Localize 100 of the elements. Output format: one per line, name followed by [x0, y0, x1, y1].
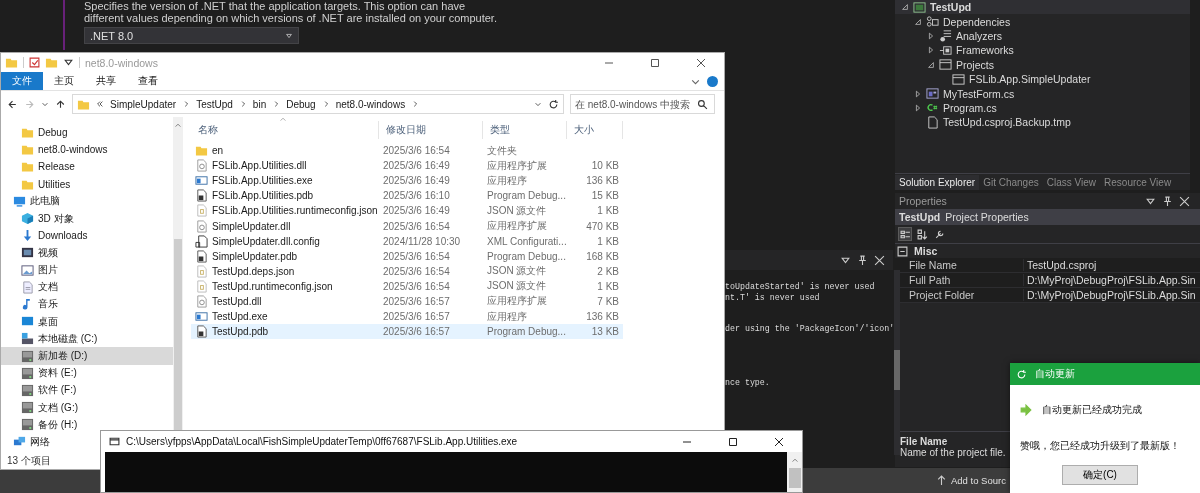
navigation-item[interactable]: 3D 对象	[1, 209, 78, 228]
navigation-item[interactable]: 文档	[1, 278, 62, 296]
navigation-item[interactable]: 文档 (G:)	[1, 399, 82, 417]
pin-icon[interactable]	[857, 254, 868, 266]
navigation-item[interactable]: Downloads	[1, 227, 92, 245]
back-icon[interactable]	[7, 98, 18, 110]
expanded-arrow-icon[interactable]	[927, 60, 935, 69]
tree-item[interactable]: Program.cs	[895, 100, 1190, 116]
ribbon-tab[interactable]: 查看	[127, 72, 169, 90]
object-selector[interactable]: TestUpd Project Properties	[895, 209, 1200, 225]
add-to-source-control-button[interactable]: Add to Sourc	[936, 475, 1006, 486]
column-header[interactable]: 修改日期	[379, 121, 483, 139]
ribbon-tab[interactable]: 共享	[85, 72, 127, 90]
navigation-item[interactable]: Debug	[1, 124, 72, 142]
scrollbar[interactable]	[787, 452, 802, 492]
column-header[interactable]: 名称	[191, 121, 379, 139]
tree-item[interactable]: Frameworks	[895, 43, 1190, 58]
property-name: Full Path	[908, 274, 952, 286]
navigation-item[interactable]: 图片	[1, 261, 62, 279]
recent-caret-icon[interactable]	[41, 100, 49, 108]
column-header[interactable]: 类型	[483, 121, 567, 139]
panel-title: Properties	[899, 195, 947, 207]
scrollbar[interactable]	[173, 117, 183, 431]
navigation-item[interactable]: 本地磁盘 (C:)	[1, 330, 102, 348]
navigation-item[interactable]: Utilities	[1, 175, 75, 193]
collapsed-arrow-icon[interactable]	[927, 31, 935, 40]
breadcrumb-item[interactable]: bin	[252, 98, 267, 110]
address-bar[interactable]: SimpleUpdater TestUpd bin Debug net8.0-windows	[72, 94, 564, 114]
navigation-item[interactable]: 桌面	[1, 313, 62, 331]
search-field[interactable]: 在 net8.0-windows 中搜索	[570, 94, 715, 114]
file-row[interactable]: FSLib.App.Utilities.exe 2025/3/6 16:49 应用程序 136 KB	[191, 173, 623, 189]
tree-item[interactable]: Projects	[895, 57, 1190, 72]
help-icon[interactable]	[707, 75, 718, 87]
collapsed-arrow-icon[interactable]	[927, 46, 935, 55]
double-chevron-icon[interactable]	[96, 100, 104, 108]
file-menu-tab[interactable]: 文件	[1, 72, 43, 90]
file-row[interactable]: SimpleUpdater.pdb 2025/3/6 16:54 Program Debug... 168 KB	[191, 248, 623, 264]
pin-icon[interactable]	[1162, 195, 1173, 207]
property-value[interactable]: D:\MyProj\DebugProj\FSLib.App.Sin	[1023, 274, 1200, 286]
breadcrumb-item[interactable]: net8.0-windows	[335, 98, 406, 110]
navigation-item[interactable]: 资料 (E:)	[1, 364, 81, 382]
chevron-icon[interactable]	[182, 100, 191, 108]
file-row[interactable]: FSLib.App.Utilities.pdb 2025/3/6 16:10 Program Debug... 15 KB	[191, 188, 623, 204]
expanded-arrow-icon[interactable]	[914, 17, 922, 26]
panel-tab[interactable]: Solution Explorer	[895, 174, 980, 190]
navigation-item[interactable]: 视频	[1, 244, 62, 262]
expanded-arrow-icon[interactable]	[901, 3, 909, 12]
caret-icon[interactable]	[63, 57, 74, 68]
up-icon[interactable]	[55, 98, 66, 110]
panel-tab[interactable]: Class View	[1042, 174, 1101, 190]
file-type: 应用程序扩展	[487, 158, 547, 173]
close-icon[interactable]	[874, 254, 885, 266]
navigation-item[interactable]: 音乐	[1, 295, 62, 314]
navigation-item[interactable]: net8.0-windows	[1, 141, 112, 159]
framework-dropdown[interactable]: .NET 8.0	[84, 27, 299, 44]
navigation-item[interactable]: 此电脑	[1, 192, 64, 210]
tree-item[interactable]: Dependencies	[895, 14, 1190, 29]
navigation-item[interactable]: 软件 (F:)	[1, 381, 81, 399]
ribbon-tab[interactable]: 主页	[43, 72, 85, 90]
close-icon[interactable]	[1179, 195, 1190, 207]
property-value[interactable]: D:\MyProj\DebugProj\FSLib.App.Sin	[1023, 289, 1200, 301]
column-header[interactable]: 大小	[567, 121, 623, 139]
file-row[interactable]: TestUpd.dll 2025/3/6 16:57 应用程序扩展 7 KB	[191, 293, 623, 310]
file-row[interactable]: FSLib.App.Utilities.runtimeconfig.json 2025/3/6 16:49 JSON 源文件 1 KB	[191, 203, 623, 219]
category-header[interactable]: Misc	[895, 244, 1200, 258]
tree-item[interactable]: MyTestForm.cs	[895, 86, 1190, 101]
panel-tab[interactable]: Git Changes	[979, 174, 1043, 190]
breadcrumb-item[interactable]: SimpleUpdater	[110, 98, 177, 110]
breadcrumb-item[interactable]: Debug	[286, 98, 316, 110]
breadcrumb-item[interactable]: TestUpd	[196, 98, 233, 110]
navigation-item[interactable]: 备份 (H:)	[1, 416, 82, 434]
chevron-icon[interactable]	[272, 100, 281, 108]
refresh-icon[interactable]	[548, 98, 559, 110]
file-row[interactable]: TestUpd.exe 2025/3/6 16:57 应用程序 136 KB	[191, 309, 623, 325]
tree-item[interactable]: FSLib.App.SimpleUpdater	[895, 71, 1190, 87]
file-row[interactable]: en 2025/3/6 16:54 文件夹	[191, 143, 623, 159]
property-value[interactable]: TestUpd.csproj	[1023, 259, 1200, 271]
file-row[interactable]: SimpleUpdater.dll.config 2024/11/28 10:30 XML Configurati... 1 KB	[191, 233, 623, 249]
file-row[interactable]: TestUpd.pdb 2025/3/6 16:57 Program Debug... 13 KB	[191, 324, 623, 340]
collapsed-arrow-icon[interactable]	[914, 89, 922, 98]
ok-button[interactable]: 确定(C)	[1062, 465, 1138, 485]
navigation-item[interactable]: Release	[1, 158, 79, 176]
file-row[interactable]: FSLib.App.Utilities.dll 2025/3/6 16:49 应用程序扩展 10 KB	[191, 158, 623, 174]
collapsed-arrow-icon[interactable]	[914, 103, 922, 112]
file-size: 1 KB	[597, 235, 619, 247]
properties-button[interactable]	[29, 57, 40, 68]
sort-button[interactable]	[915, 227, 929, 241]
panel-tab[interactable]: Resource View	[1100, 174, 1176, 190]
file-row[interactable]: SimpleUpdater.dll 2025/3/6 16:54 应用程序扩展 470 KB	[191, 218, 623, 234]
scrollbar[interactable]	[894, 270, 901, 455]
file-row[interactable]: TestUpd.deps.json 2025/3/6 16:54 JSON 源文件 2 KB	[191, 263, 623, 279]
navigation-item[interactable]: 新加卷 (D:)	[1, 347, 173, 365]
tree-item[interactable]: Analyzers	[895, 28, 1190, 44]
file-row[interactable]: TestUpd.runtimeconfig.json 2025/3/6 16:54 JSON 源文件 1 KB	[191, 278, 623, 294]
collapse-icon[interactable]	[897, 245, 908, 257]
chevron-icon[interactable]	[411, 100, 420, 108]
navigation-item[interactable]: 网络	[1, 433, 50, 451]
tree-item[interactable]: TestUpd	[895, 0, 1190, 15]
categorized-button[interactable]	[898, 227, 912, 241]
tree-item[interactable]: TestUpd.csproj.Backup.tmp	[895, 115, 1190, 130]
